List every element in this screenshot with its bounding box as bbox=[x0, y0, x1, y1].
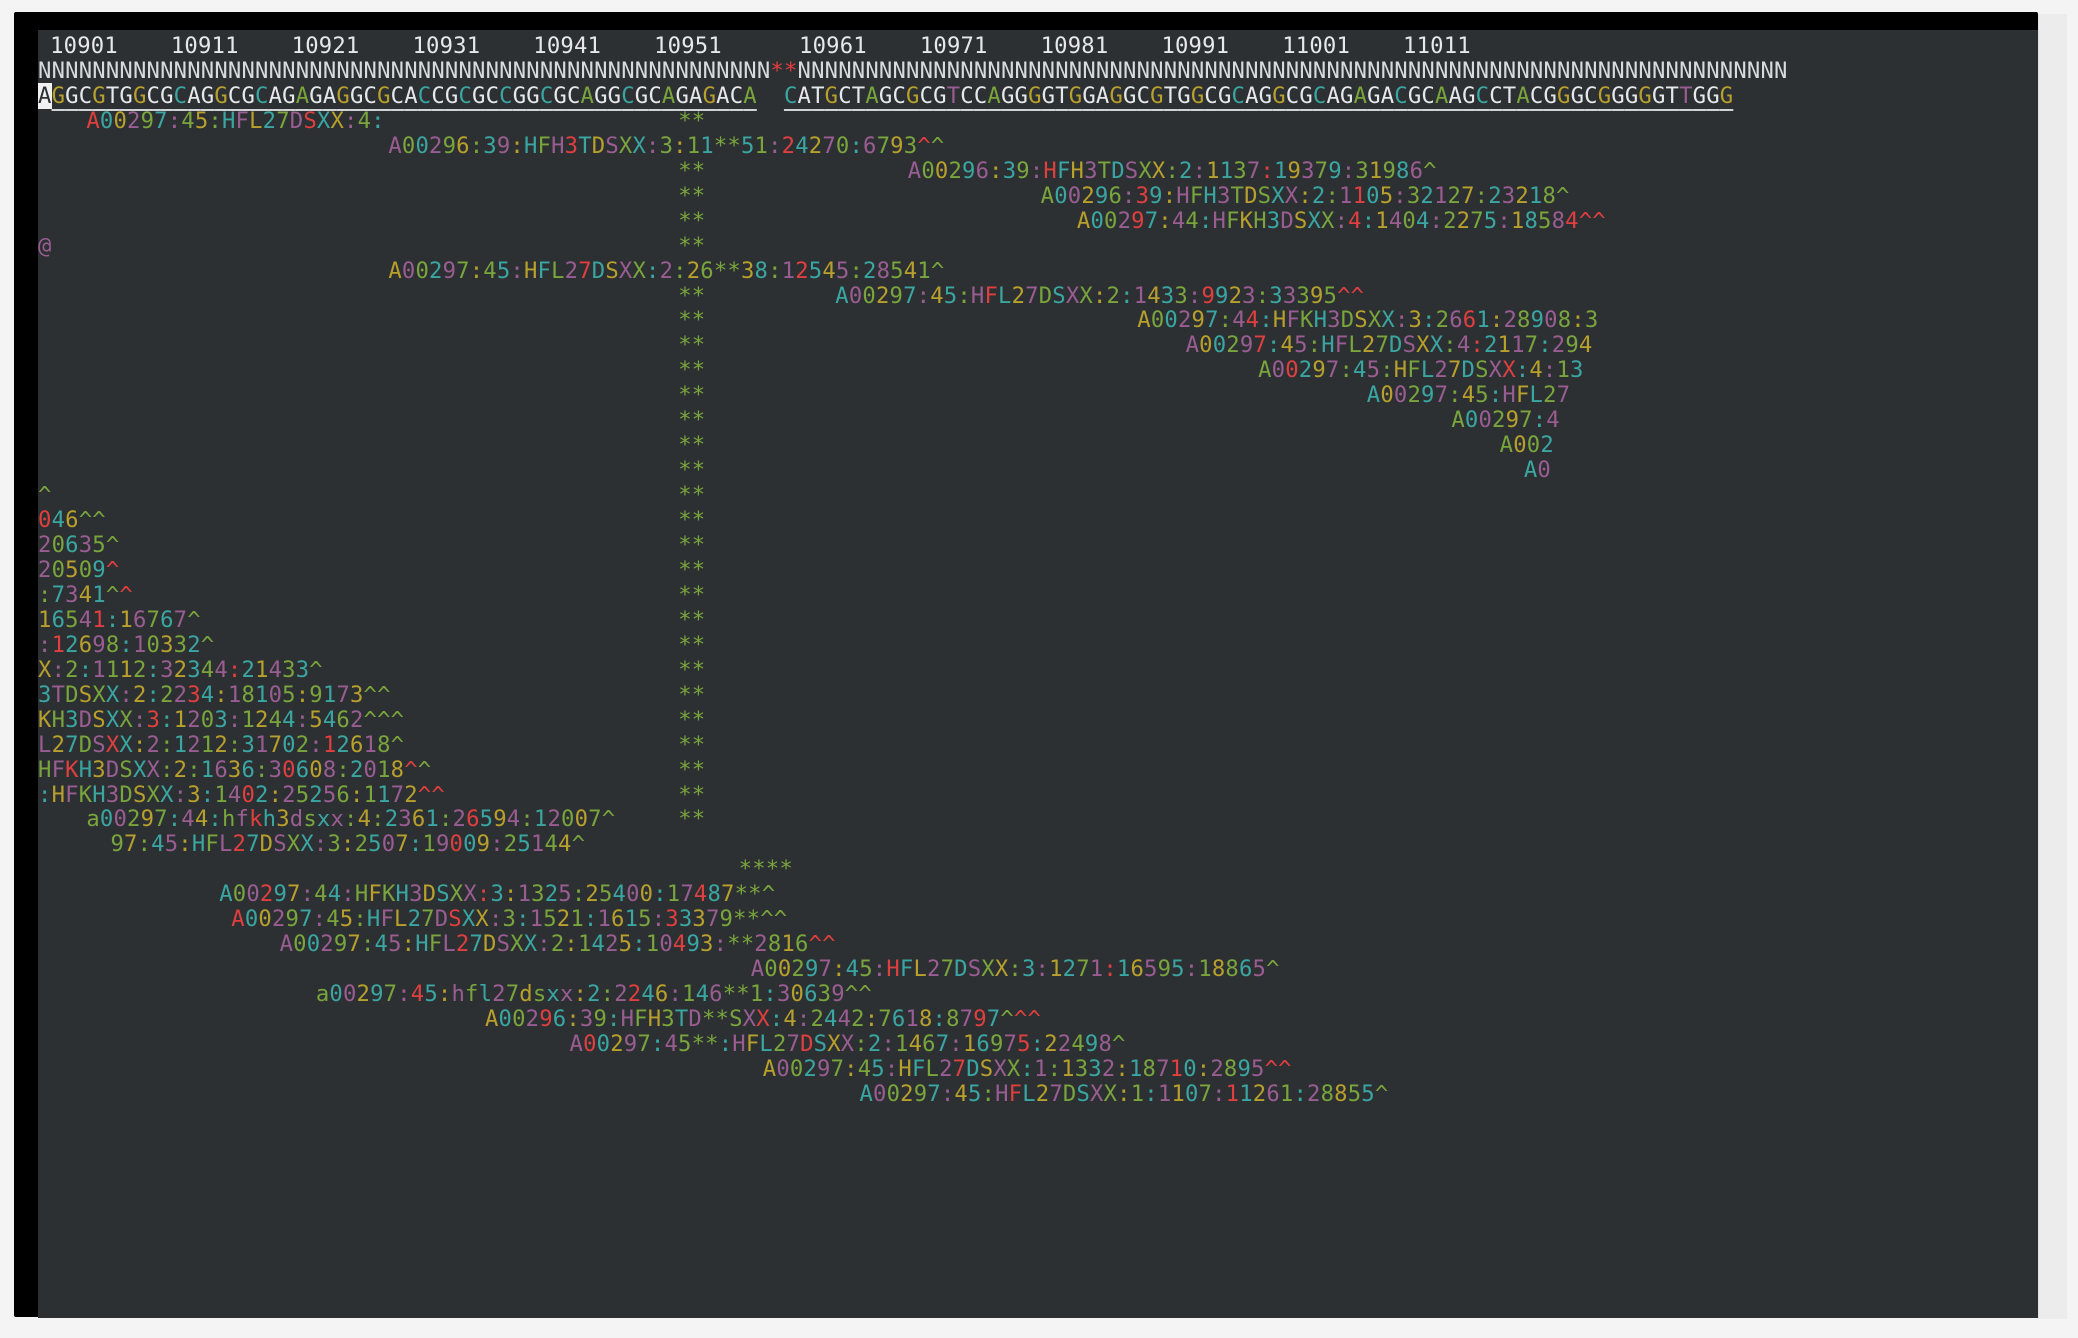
read-name[interactable]: A00296:39:HFH3TDSXX:3:11**51:24270:6793^… bbox=[388, 130, 944, 163]
read-name[interactable]: 97:45:HFL27DSXX:3:2507:19009:25144^ bbox=[110, 828, 585, 861]
read-name[interactable]: A0 bbox=[1524, 454, 1551, 487]
read-name[interactable]: @ bbox=[38, 230, 52, 263]
insertion-marker: ** bbox=[678, 806, 706, 833]
terminal-window-frame: 10901 10911 10921 10931 10941 10951 10961 10971… bbox=[14, 12, 2038, 1318]
alignment-view[interactable]: 10901 10911 10921 10931 10941 10951 10961 10971… bbox=[38, 30, 2038, 1318]
read-name[interactable]: A00297:45:HFL27DSXX:4: bbox=[86, 105, 384, 138]
read-name[interactable]: A00297:44:HFKH3DSXX:4:1404:2275:18584^^ bbox=[1077, 205, 1606, 238]
read-name[interactable]: A00297:45:HFL27DSXX:1:1107:11261:28855^ bbox=[859, 1078, 1388, 1111]
vertical-scrollbar[interactable] bbox=[2038, 14, 2067, 1319]
